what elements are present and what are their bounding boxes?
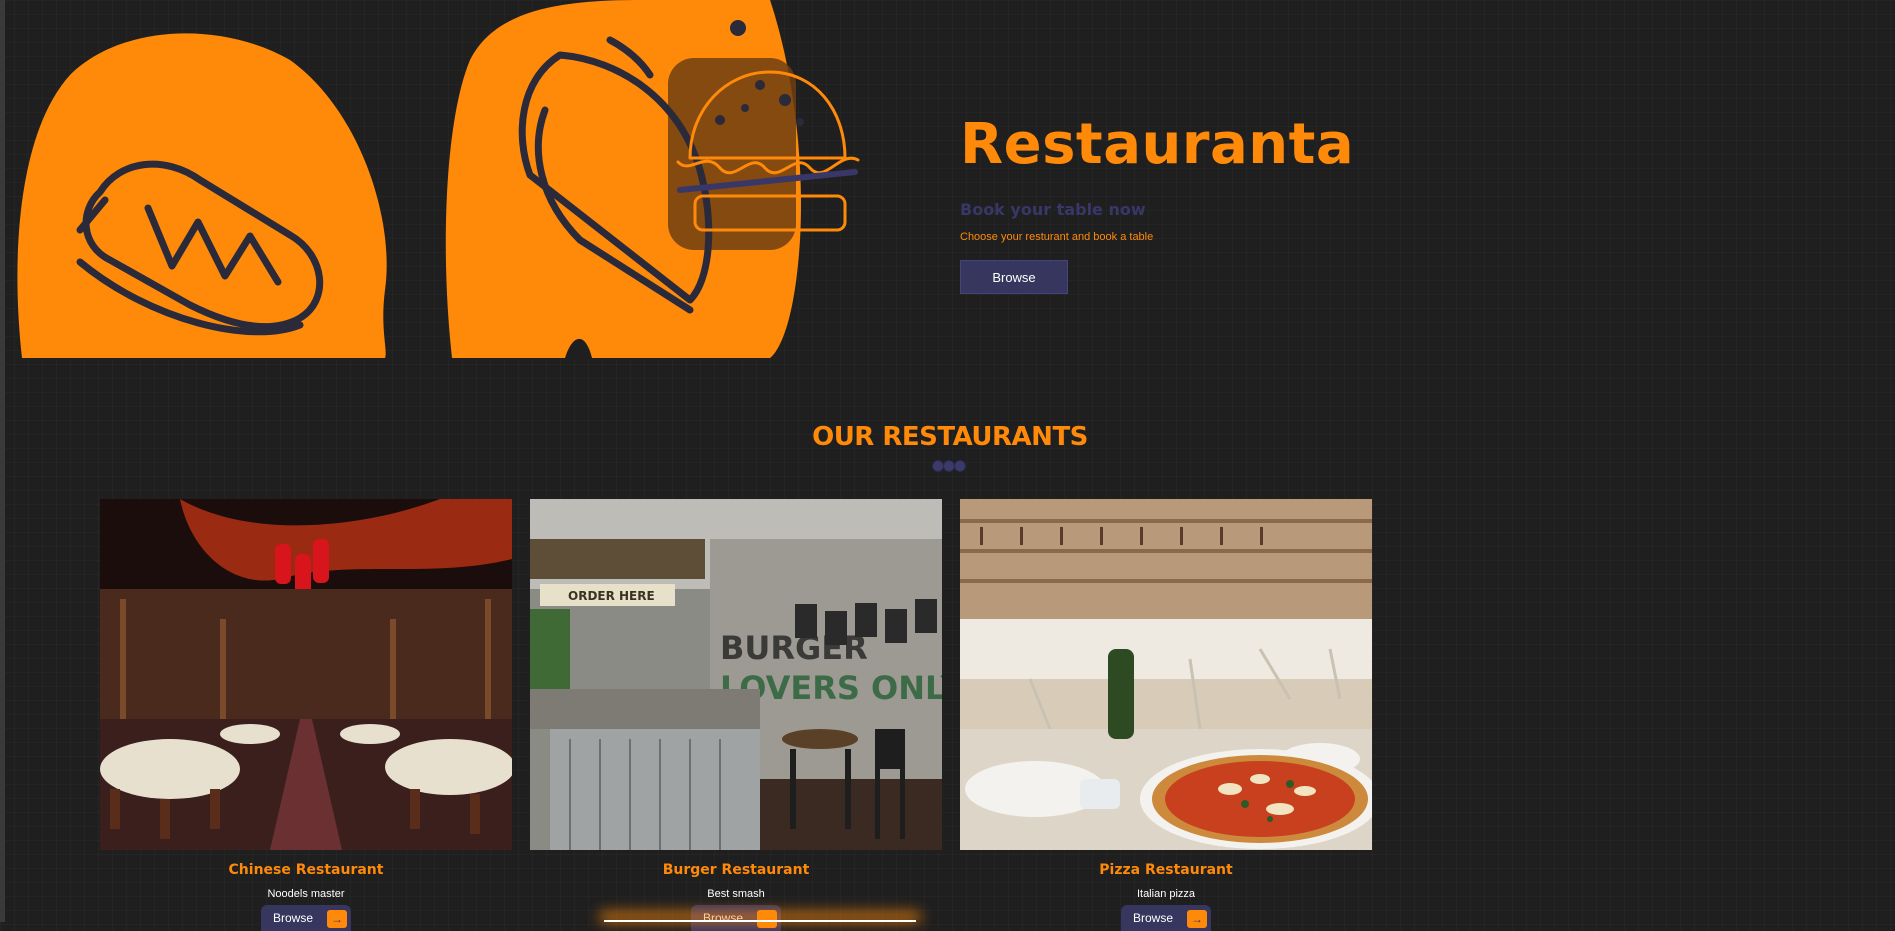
- hero-subtitle: Book your table now: [960, 200, 1146, 219]
- restaurant-name: Burger Restaurant: [662, 862, 810, 878]
- restaurant-card-burger: BURGER LOVERS ONLY ORDER HERE Burger Res…: [530, 499, 942, 931]
- restaurant-tagline: Italian pizza: [1136, 888, 1196, 900]
- arrow-right-icon: →: [757, 910, 777, 928]
- pizza-browse-button[interactable]: Browse →: [1121, 905, 1211, 931]
- burger-restaurant-photo: BURGER LOVERS ONLY ORDER HERE: [530, 499, 942, 850]
- restaurant-card-pizza: Pizza Restaurant Italian pizza Browse →: [960, 499, 1372, 931]
- browse-label: Browse: [1133, 911, 1174, 925]
- restaurant-tagline: Noodels master: [267, 888, 345, 900]
- arrow-right-icon: →: [327, 910, 347, 928]
- restaurant-name: Pizza Restaurant: [1099, 862, 1233, 878]
- divider-dot: [954, 460, 966, 472]
- site-title: Restauranta: [960, 112, 1355, 177]
- hero-content: Restauranta Book your table now Choose y…: [960, 112, 1560, 294]
- arrow-right-icon: →: [1187, 910, 1207, 928]
- browse-label: Browse: [703, 911, 744, 925]
- svg-text:ORDER HERE: ORDER HERE: [568, 589, 655, 603]
- browse-label: Browse: [273, 911, 314, 925]
- hero-browse-button[interactable]: Browse: [960, 260, 1068, 294]
- restaurant-name: Chinese Restaurant: [228, 862, 384, 878]
- restaurant-tagline: Best smash: [707, 888, 765, 900]
- chinese-browse-button[interactable]: Browse →: [261, 905, 351, 931]
- restaurant-card-chinese: Chinese Restaurant Noodels master Browse…: [100, 499, 512, 931]
- section-title: OUR RESTAURANTS: [812, 422, 1088, 452]
- burger-browse-button[interactable]: Browse →: [691, 905, 781, 931]
- hero-illustration: [0, 0, 900, 360]
- hero-description: Choose your resturant and book a table: [960, 231, 1154, 243]
- chinese-restaurant-photo: [100, 499, 512, 850]
- section-divider-dots: [932, 460, 966, 472]
- pizza-restaurant-photo: [960, 499, 1372, 850]
